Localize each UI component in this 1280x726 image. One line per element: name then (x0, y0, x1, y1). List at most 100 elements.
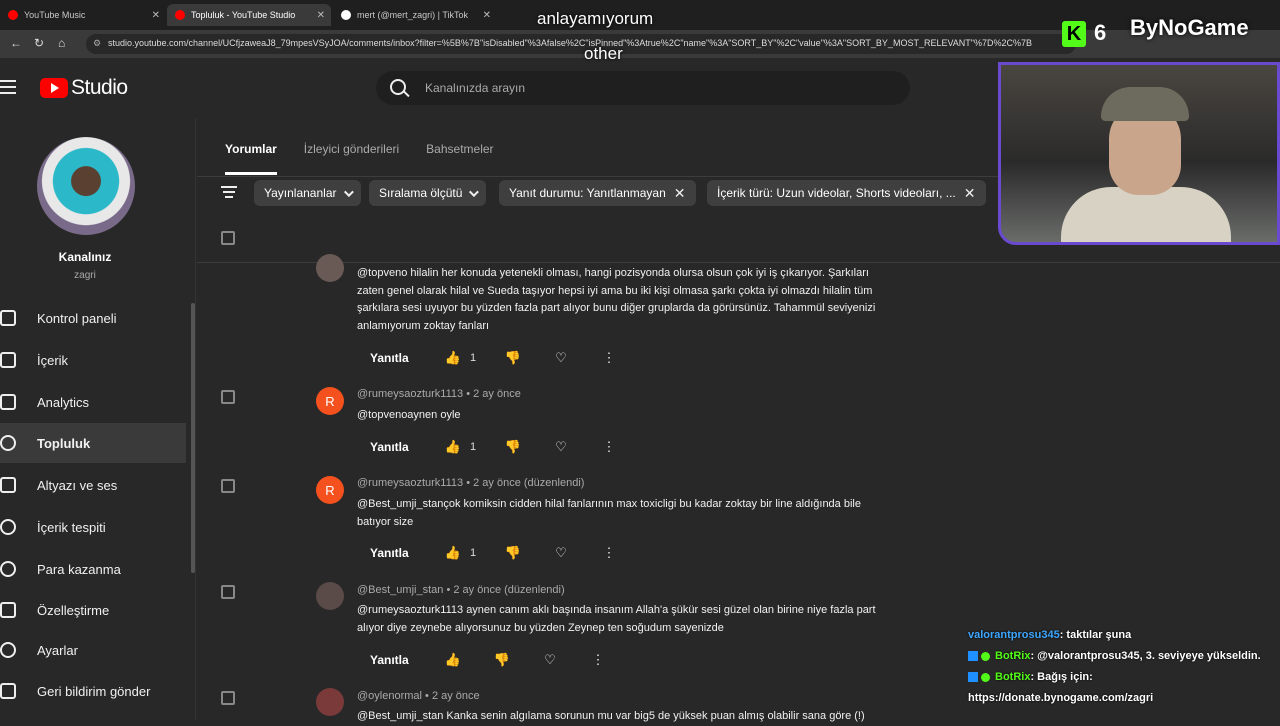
reply-button[interactable]: Yanıtla (357, 540, 422, 566)
like-icon[interactable]: 👍 (443, 348, 463, 368)
comment-avatar[interactable]: R (316, 387, 344, 415)
dislike-icon[interactable]: 👎 (503, 437, 523, 457)
heart-icon[interactable]: ♡ (540, 650, 560, 670)
comment-avatar[interactable] (316, 582, 344, 610)
youtube-icon (175, 10, 185, 20)
analytics-icon (0, 394, 16, 410)
comment-meta: @rumeysaozturk1113 • 2 ay önce (357, 388, 521, 400)
comment-author[interactable]: @rumeysaozturk1113 (357, 388, 463, 400)
comment-author[interactable]: @Best_umji_stan (357, 584, 443, 596)
home-icon[interactable]: ⌂ (58, 36, 65, 50)
sidebar-item-community[interactable]: Topluluk (0, 423, 186, 463)
sidebar-item-label: Altyazı ve ses (37, 477, 118, 493)
sidebar-item-settings[interactable]: Ayarlar (0, 630, 186, 670)
like-icon[interactable]: 👍 (443, 437, 463, 457)
webcam-person-body (1061, 187, 1231, 242)
close-tab-icon[interactable]: ✕ (152, 10, 160, 21)
sidebar-item-feedback[interactable]: Geri bildirim gönder (0, 671, 186, 711)
sidebar-item-copyright[interactable]: İçerik tespiti (0, 507, 186, 547)
tab-title: YouTube Music (24, 10, 86, 20)
close-tab-icon[interactable]: ✕ (317, 10, 325, 21)
like-icon[interactable]: 👍 (443, 650, 463, 670)
sidebar-item-label: İçerik (37, 352, 69, 368)
comment-checkbox[interactable] (221, 585, 235, 599)
sidebar-scrollbar[interactable] (191, 303, 195, 573)
chip-label: Yanıt durumu: Yanıtlanmayan (509, 186, 666, 200)
reply-button[interactable]: Yanıtla (357, 647, 422, 673)
studio-logo[interactable]: Studio (40, 76, 128, 100)
site-info-icon[interactable]: ⚙ (93, 38, 101, 49)
comment-avatar[interactable] (316, 254, 344, 282)
dislike-icon[interactable]: 👎 (503, 543, 523, 563)
comment-text: @Best_umji_stan Kanka senin algılama sor… (357, 710, 865, 722)
comment-author[interactable]: @oylenormal (357, 690, 422, 702)
back-icon[interactable]: ← (10, 36, 22, 50)
heart-icon[interactable]: ♡ (551, 543, 571, 563)
channel-avatar[interactable] (37, 137, 135, 235)
tiktok-icon (341, 10, 351, 20)
comment-checkbox[interactable] (221, 479, 235, 493)
tab-viewer-posts[interactable]: İzleyici gönderileri (304, 142, 399, 175)
comment-checkbox[interactable] (221, 691, 235, 705)
reply-button[interactable]: Yanıtla (357, 345, 422, 371)
filter-icon[interactable] (221, 186, 237, 201)
dislike-icon[interactable]: 👎 (492, 650, 512, 670)
reload-icon[interactable]: ↻ (34, 36, 44, 50)
sidebar-item-content[interactable]: İçerik (0, 340, 186, 380)
more-options-icon[interactable]: ⋮ (588, 650, 608, 670)
browser-tab-youtube-studio[interactable]: Topluluk - YouTube Studio ✕ (167, 4, 331, 26)
menu-icon[interactable] (0, 80, 16, 94)
url-field[interactable]: ⚙ studio.youtube.com/channel/UCfjzaweaJ8… (86, 34, 1076, 54)
subtitle-caption-bottom: other (584, 44, 623, 63)
sidebar-item-customization[interactable]: Özelleştirme (0, 590, 186, 630)
sidebar-item-analytics[interactable]: Analytics (0, 382, 186, 422)
browser-tab-tiktok[interactable]: mert (@mert_zagri) | TikTok ✕ (333, 4, 497, 26)
comment-meta: @oylenormal • 2 ay önce (357, 690, 480, 702)
more-options-icon[interactable]: ⋮ (599, 437, 619, 457)
heart-icon[interactable]: ♡ (551, 437, 571, 457)
sponsor-logo: ByNoGame (1130, 15, 1249, 40)
sidebar-item-monetization[interactable]: Para kazanma (0, 549, 186, 589)
chat-username: BotRix (995, 671, 1031, 683)
close-icon[interactable]: ✕ (964, 185, 976, 202)
comment-avatar[interactable]: R (316, 476, 344, 504)
search-input[interactable]: Kanalınızda arayın (425, 81, 525, 95)
comment-checkbox[interactable] (221, 390, 235, 404)
comment-author[interactable]: @rumeysaozturk1113 (357, 477, 463, 489)
tab-title: Topluluk - YouTube Studio (191, 10, 296, 20)
close-icon[interactable]: ✕ (674, 185, 686, 202)
chat-text: : @valorantprosu345, 3. seviyeye yükseld… (1030, 650, 1261, 662)
reply-button[interactable]: Yanıtla (357, 434, 422, 460)
comment-time: 2 ay önce (düzenlendi) (453, 584, 565, 596)
comment-actions: Yanıtla 👍 1 👎 ♡ ⋮ (357, 345, 616, 371)
url-text: studio.youtube.com/channel/UCfjzaweaJ8_7… (108, 38, 1033, 48)
comment-time: 2 ay önce (431, 690, 480, 702)
tab-mentions[interactable]: Bahsetmeler (426, 142, 493, 175)
filter-chip-sort[interactable]: Sıralama ölçütü (369, 180, 487, 206)
channel-handle: zagri (74, 270, 96, 281)
comment-avatar[interactable] (316, 688, 344, 716)
youtube-music-icon (8, 10, 18, 20)
comment-time: 2 ay önce (473, 388, 521, 400)
chevron-down-icon (469, 186, 480, 197)
filter-chip-reply-status[interactable]: Yanıt durumu: Yanıtlanmayan ✕ (499, 180, 696, 206)
select-all-checkbox[interactable] (221, 231, 235, 245)
filter-chip-published[interactable]: Yayınlananlar (254, 180, 361, 206)
filter-chip-content-type[interactable]: İçerik türü: Uzun videolar, Shorts video… (707, 180, 986, 206)
comment-text: @topveno hilalin her konuda yetenekli ol… (357, 267, 876, 332)
like-icon[interactable]: 👍 (443, 543, 463, 563)
tab-comments[interactable]: Yorumlar (225, 142, 277, 175)
sidebar-item-dashboard[interactable]: Kontrol paneli (0, 298, 186, 338)
sidebar-item-subtitles[interactable]: Altyazı ve ses (0, 465, 186, 505)
youtube-logo-icon (40, 78, 68, 98)
comment-meta: @Best_umji_stan • 2 ay önce (düzenlendi) (357, 584, 565, 596)
sidebar-item-label: Özelleştirme (37, 602, 110, 618)
more-options-icon[interactable]: ⋮ (599, 543, 619, 563)
more-options-icon[interactable]: ⋮ (599, 348, 619, 368)
stream-chat-overlay: valorantprosu345: taktılar şuna BotRix: … (968, 625, 1280, 709)
search-bar[interactable]: Kanalınızda arayın (376, 71, 910, 105)
close-tab-icon[interactable]: ✕ (483, 10, 491, 21)
browser-tab-youtube-music[interactable]: YouTube Music ✕ (0, 4, 166, 26)
heart-icon[interactable]: ♡ (551, 348, 571, 368)
dislike-icon[interactable]: 👎 (503, 348, 523, 368)
